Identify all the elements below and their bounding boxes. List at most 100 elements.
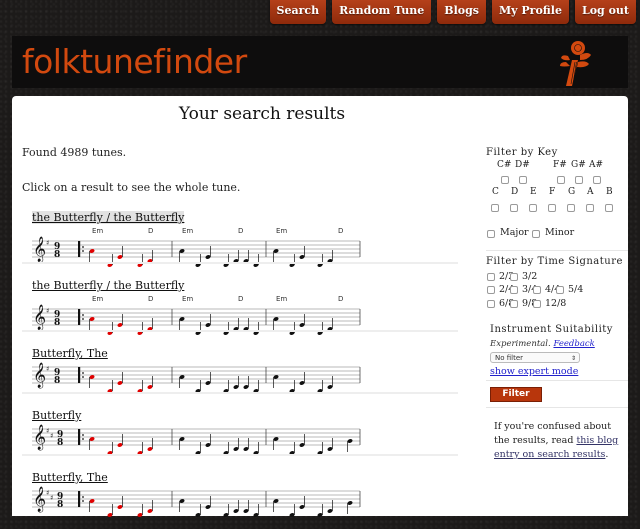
result-item[interactable]: the Butterfly / the Butterfly 𝄞 ♯ 9 8 Em D Em D E… <box>32 274 468 337</box>
result-separator <box>22 454 458 456</box>
site-header: folktunefinder <box>12 36 628 88</box>
time-sig-denominator: 8 <box>54 250 60 260</box>
chord-label: Em <box>92 295 103 303</box>
chord-label: D <box>148 227 153 235</box>
time-sig-label: 12/8 <box>545 298 567 309</box>
result-title-link[interactable]: Butterfly <box>32 409 81 422</box>
result-item[interactable]: Butterfly, The 𝄞 ♯ ♯ 9 8 <box>32 466 468 529</box>
result-item[interactable]: Butterfly, The 𝄞 ♯ 9 8 <box>32 342 468 405</box>
repeat-dot <box>82 434 84 436</box>
chord-label: D <box>148 295 153 303</box>
key-label: D <box>511 187 519 197</box>
time-sig-checkbox[interactable] <box>533 286 541 294</box>
nav-random-tune[interactable]: Random Tune <box>332 0 432 24</box>
key-checkbox[interactable] <box>548 204 556 212</box>
nav-blogs[interactable]: Blogs <box>437 0 486 24</box>
repeat-dot <box>82 318 84 320</box>
time-sig-checkbox[interactable] <box>487 286 495 294</box>
key-checkbox[interactable] <box>557 176 565 184</box>
chord-label: Em <box>182 227 193 235</box>
key-checkbox[interactable] <box>586 204 594 212</box>
mode-checkbox[interactable] <box>532 230 540 238</box>
main-panel: Your search results Found 4989 tunes. Cl… <box>12 96 628 517</box>
time-sig-denominator: 8 <box>54 318 60 328</box>
key-checkbox[interactable] <box>605 204 613 212</box>
tune-notation: 𝄞 ♯ 98 <box>32 362 361 393</box>
key-checkbox[interactable] <box>593 176 601 184</box>
sharp-icon: ♯ <box>50 432 53 440</box>
time-sig-checkbox[interactable] <box>533 300 541 308</box>
nav-my-profile[interactable]: My Profile <box>492 0 569 24</box>
chord-label: D <box>338 295 343 303</box>
result-title-link[interactable]: the Butterfly / the Butterfly <box>32 279 184 292</box>
result-title-link[interactable]: Butterfly, The <box>32 471 108 484</box>
key-label: G# <box>571 160 586 170</box>
chord-label: D <box>238 295 243 303</box>
key-label: C <box>492 187 499 197</box>
time-sig-checkbox[interactable] <box>510 286 518 294</box>
filter-button[interactable]: Filter <box>490 387 542 402</box>
nav-search[interactable]: Search <box>269 0 327 24</box>
repeat-dot <box>82 500 84 502</box>
nav-log-out[interactable]: Log out <box>574 0 636 24</box>
key-checkbox[interactable] <box>510 204 518 212</box>
key-checkbox[interactable] <box>491 204 499 212</box>
sharp-icon: ♯ <box>46 427 49 435</box>
repeat-bar <box>78 241 81 257</box>
key-checkbox[interactable] <box>567 204 575 212</box>
result-separator <box>22 392 458 394</box>
fiddle-scroll-icon <box>560 41 591 86</box>
key-label: F <box>549 187 556 197</box>
key-checkbox[interactable] <box>519 176 527 184</box>
results-count: Found 4989 tunes. <box>22 146 127 159</box>
result-item[interactable]: the Butterfly / the Butterfly 𝄞 ♯ 9 8 Em D Em D E… <box>32 206 468 269</box>
treble-clef-icon: 𝄞 <box>33 486 46 512</box>
time-sig-checkbox[interactable] <box>510 300 518 308</box>
key-label: A# <box>589 160 604 170</box>
sharp-icon: ♯ <box>46 489 49 497</box>
filter-sidebar: Filter by Key C# D# F# G# A# C D E F G A B Major Mino… <box>486 96 628 516</box>
divider <box>486 250 628 251</box>
sharp-icon: ♯ <box>46 239 49 247</box>
key-checkbox[interactable] <box>501 176 509 184</box>
mode-checkbox[interactable] <box>487 230 495 238</box>
show-expert-mode-link[interactable]: show expert mode <box>490 366 578 377</box>
key-checkbox[interactable] <box>575 176 583 184</box>
key-checkbox[interactable] <box>529 204 537 212</box>
key-label: B <box>606 187 613 197</box>
key-label: E <box>530 187 537 197</box>
repeat-dot <box>82 246 84 248</box>
divider <box>486 380 628 381</box>
treble-clef-icon: 𝄞 <box>33 304 46 330</box>
result-title-link[interactable]: the Butterfly / the Butterfly <box>32 211 185 224</box>
chord-label: D <box>338 227 343 235</box>
time-sig-checkbox[interactable] <box>487 300 495 308</box>
result-item[interactable]: Butterfly 𝄞 ♯ ♯ 9 8 <box>32 404 468 467</box>
result-separator <box>22 330 458 332</box>
top-nav: Search Random Tune Blogs My Profile Log … <box>269 0 636 24</box>
treble-clef-icon: 𝄞 <box>33 424 46 450</box>
feedback-link[interactable]: Feedback <box>553 339 594 349</box>
instrument-heading: Instrument Suitability <box>490 324 613 335</box>
sharp-icon: ♯ <box>46 307 49 315</box>
instrument-select[interactable]: No filter ⇕ <box>490 352 580 363</box>
tune-notation: 𝄞 ♯♯ 98 <box>32 486 361 517</box>
repeat-dot <box>82 372 84 374</box>
site-logo[interactable]: folktunefinder <box>22 36 247 88</box>
time-sig-checkbox[interactable] <box>510 273 518 281</box>
repeat-dot <box>82 438 84 440</box>
tune-notation: 𝄞 ♯♯ 98 <box>32 424 361 455</box>
result-title-link[interactable]: Butterfly, The <box>32 347 108 360</box>
repeat-bar <box>78 429 81 445</box>
time-sig-label: 3/2 <box>522 271 538 282</box>
time-sig-checkbox[interactable] <box>487 273 495 281</box>
results-instruction: Click on a result to see the whole tune. <box>22 181 241 194</box>
mode-label: Major <box>500 227 529 238</box>
chord-label: Em <box>92 227 103 235</box>
time-sig-checkbox[interactable] <box>556 286 564 294</box>
time-sig-denominator: 8 <box>54 376 60 386</box>
chord-label: Em <box>276 227 287 235</box>
sharp-icon: ♯ <box>46 365 49 373</box>
repeat-bar <box>78 309 81 325</box>
repeat-bar <box>78 367 81 383</box>
